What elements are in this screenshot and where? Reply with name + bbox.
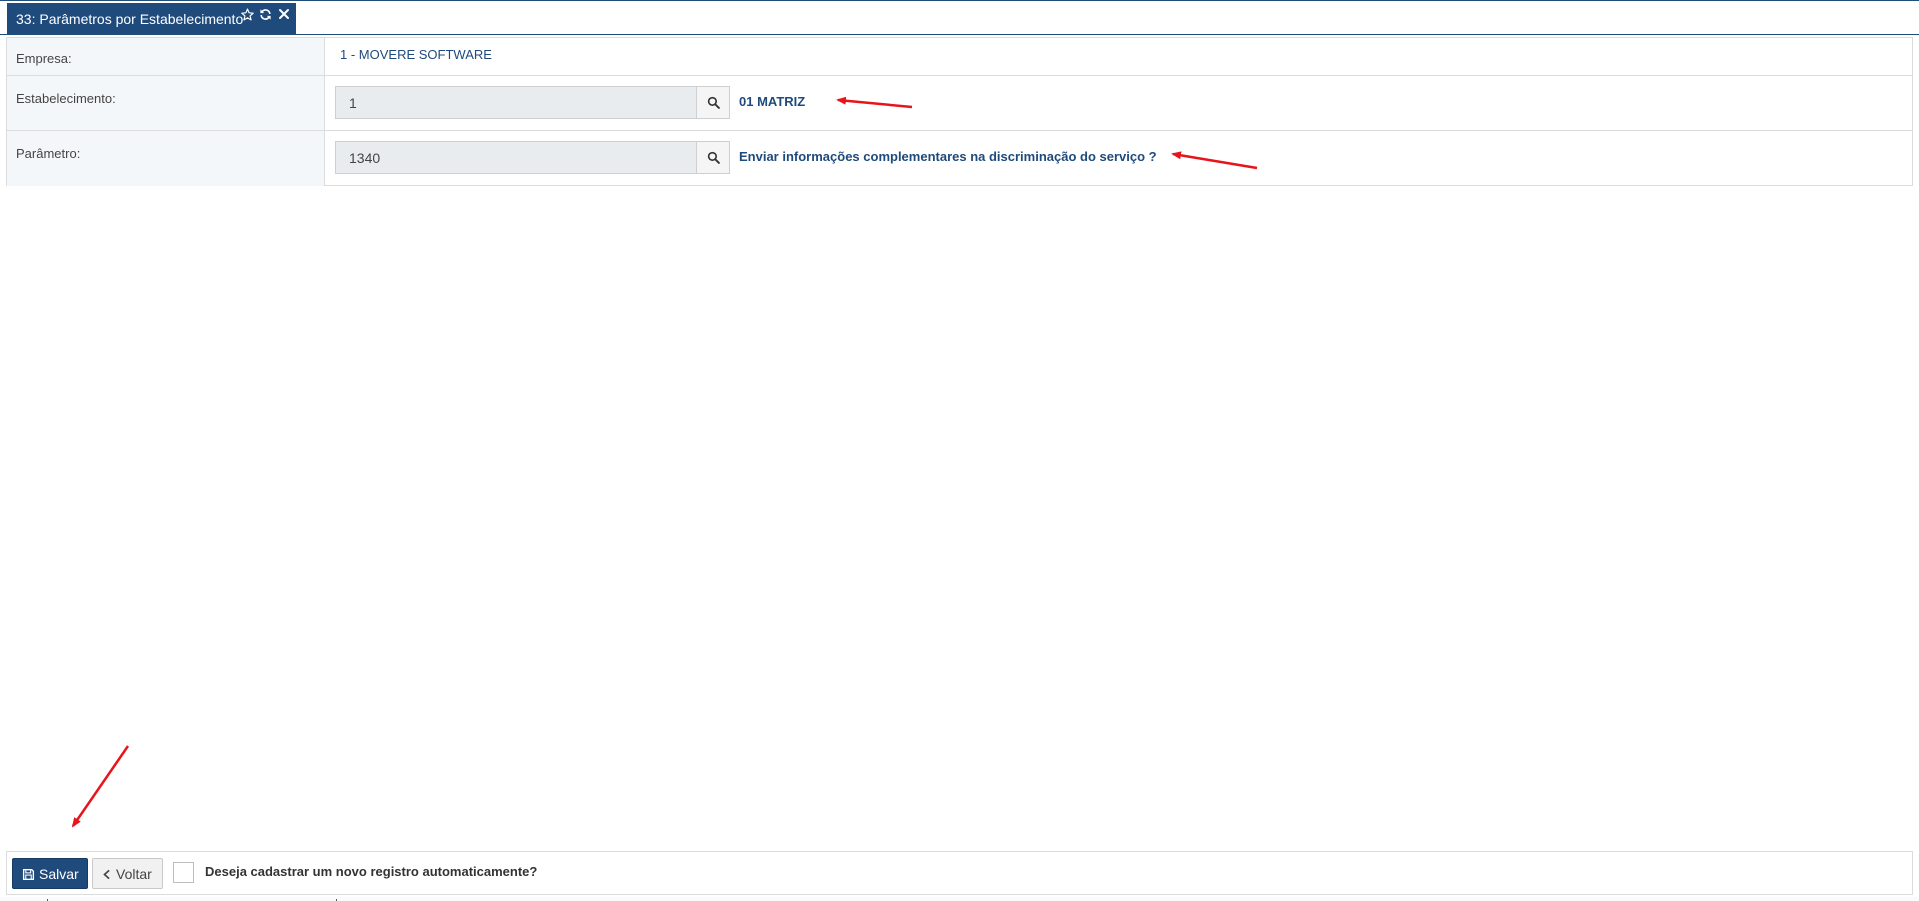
estabelecimento-input-group bbox=[335, 86, 730, 119]
back-button-label: Voltar bbox=[116, 866, 152, 882]
estabelecimento-input[interactable] bbox=[336, 87, 697, 118]
search-icon bbox=[707, 151, 720, 164]
close-icon[interactable] bbox=[278, 8, 290, 20]
action-footer: Salvar Voltar Deseja cadastrar um novo r… bbox=[6, 851, 1913, 895]
arrow-to-save-button bbox=[71, 745, 130, 828]
estabelecimento-label-cell: Estabelecimento: bbox=[7, 76, 325, 130]
chevron-left-icon bbox=[103, 869, 110, 880]
save-button-label: Salvar bbox=[39, 866, 79, 882]
auto-new-record-label: Deseja cadastrar um novo registro automa… bbox=[205, 864, 538, 879]
parametro-description: Enviar informações complementares na dis… bbox=[739, 149, 1157, 164]
row-parametro: Parâmetro: Enviar informações complement… bbox=[7, 131, 1912, 186]
empresa-label: Empresa: bbox=[16, 51, 72, 66]
auto-new-record-checkbox[interactable] bbox=[173, 862, 194, 883]
search-icon bbox=[707, 96, 720, 109]
empresa-value: 1 - MOVERE SOFTWARE bbox=[340, 47, 492, 62]
star-outline-icon[interactable] bbox=[241, 8, 254, 21]
floppy-disk-icon bbox=[22, 868, 35, 881]
estabelecimento-description: 01 MATRIZ bbox=[739, 94, 806, 109]
row-empresa: Empresa: 1 - MOVERE SOFTWARE bbox=[7, 38, 1912, 76]
save-button[interactable]: Salvar bbox=[12, 858, 88, 889]
parametro-input-group bbox=[335, 141, 730, 174]
tab-title: 33: Parâmetros por Estabelecimento bbox=[16, 11, 244, 27]
estabelecimento-label: Estabelecimento: bbox=[16, 91, 116, 106]
bottom-strip bbox=[0, 897, 1919, 901]
tab-parametros-estabelecimento[interactable]: 33: Parâmetros por Estabelecimento bbox=[7, 3, 296, 34]
parametro-search-button[interactable] bbox=[696, 142, 729, 173]
tab-bar: 33: Parâmetros por Estabelecimento bbox=[0, 0, 1919, 35]
parametro-label-cell: Parâmetro: bbox=[7, 131, 325, 186]
parametro-input[interactable] bbox=[336, 142, 697, 173]
estabelecimento-search-button[interactable] bbox=[696, 87, 729, 118]
refresh-icon[interactable] bbox=[259, 8, 272, 21]
empresa-label-cell: Empresa: bbox=[7, 38, 325, 75]
parametro-label: Parâmetro: bbox=[16, 146, 81, 161]
parametros-form: Empresa: 1 - MOVERE SOFTWARE Estabelecim… bbox=[6, 37, 1913, 186]
row-estabelecimento: Estabelecimento: 01 MATRIZ bbox=[7, 76, 1912, 131]
back-button[interactable]: Voltar bbox=[92, 858, 163, 889]
